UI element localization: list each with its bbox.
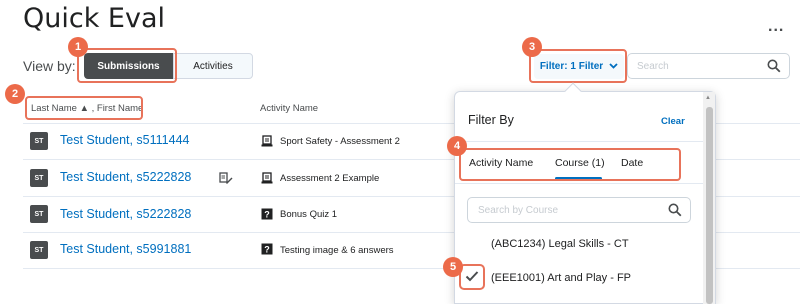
quiz-icon: ? — [261, 243, 273, 255]
activity-name: Assessment 2 Example — [280, 173, 380, 184]
search-placeholder: Search — [637, 61, 669, 72]
callout-5: 5 — [443, 257, 463, 277]
activity-name: Testing image & 6 answers — [280, 245, 394, 256]
avatar: ST — [30, 169, 48, 187]
student-name-link[interactable]: Test Student, s5222828 — [60, 207, 191, 221]
submissions-highlight — [77, 48, 177, 83]
search-icon[interactable] — [767, 59, 781, 73]
view-by-label: View by: — [23, 58, 76, 74]
student-name-link[interactable]: Test Student, s5111444 — [60, 133, 190, 147]
student-name-link[interactable]: Test Student, s5991881 — [60, 242, 191, 256]
svg-text:?: ? — [264, 210, 270, 220]
tabs-highlight — [459, 148, 681, 181]
tabs-divider — [455, 183, 703, 184]
assignment-icon — [261, 135, 273, 147]
page-title: Quick Eval — [23, 3, 166, 34]
course-option[interactable]: (ABC1234) Legal Skills - CT — [491, 238, 629, 250]
name-header-highlight — [25, 96, 143, 120]
activity-column-header[interactable]: Activity Name — [260, 103, 318, 114]
search-input[interactable]: Search — [627, 53, 790, 79]
dropdown-divider — [455, 141, 703, 142]
clear-filters-link[interactable]: Clear — [661, 116, 685, 127]
callout-2: 2 — [5, 84, 25, 104]
avatar: ST — [30, 132, 48, 150]
course-option[interactable]: (EEE1001) Art and Play - FP — [491, 272, 631, 284]
quiz-icon: ? — [261, 208, 273, 220]
dropdown-scroll-thumb[interactable] — [706, 107, 713, 304]
student-name-link[interactable]: Test Student, s5222828 — [60, 170, 191, 184]
activity-name: Sport Safety - Assessment 2 — [280, 136, 400, 147]
avatar: ST — [30, 205, 48, 223]
callout-3: 3 — [522, 37, 542, 57]
callout-4: 4 — [447, 136, 467, 156]
activity-name: Bonus Quiz 1 — [280, 209, 338, 220]
assignment-icon — [261, 172, 273, 184]
callout-1: 1 — [68, 37, 88, 57]
more-options-icon[interactable]: ... — [768, 18, 784, 36]
filter-highlight — [529, 49, 627, 83]
draft-edit-icon[interactable] — [219, 171, 233, 185]
search-icon[interactable] — [668, 203, 682, 217]
scroll-up-arrow-icon[interactable]: ▲ — [705, 95, 711, 101]
svg-text:?: ? — [264, 245, 270, 255]
filter-by-title: Filter By — [468, 113, 514, 127]
course-search-placeholder: Search by Course — [478, 205, 559, 216]
course-search-input[interactable]: Search by Course — [467, 197, 691, 223]
activities-button[interactable]: Activities — [173, 53, 253, 79]
avatar: ST — [30, 241, 48, 259]
